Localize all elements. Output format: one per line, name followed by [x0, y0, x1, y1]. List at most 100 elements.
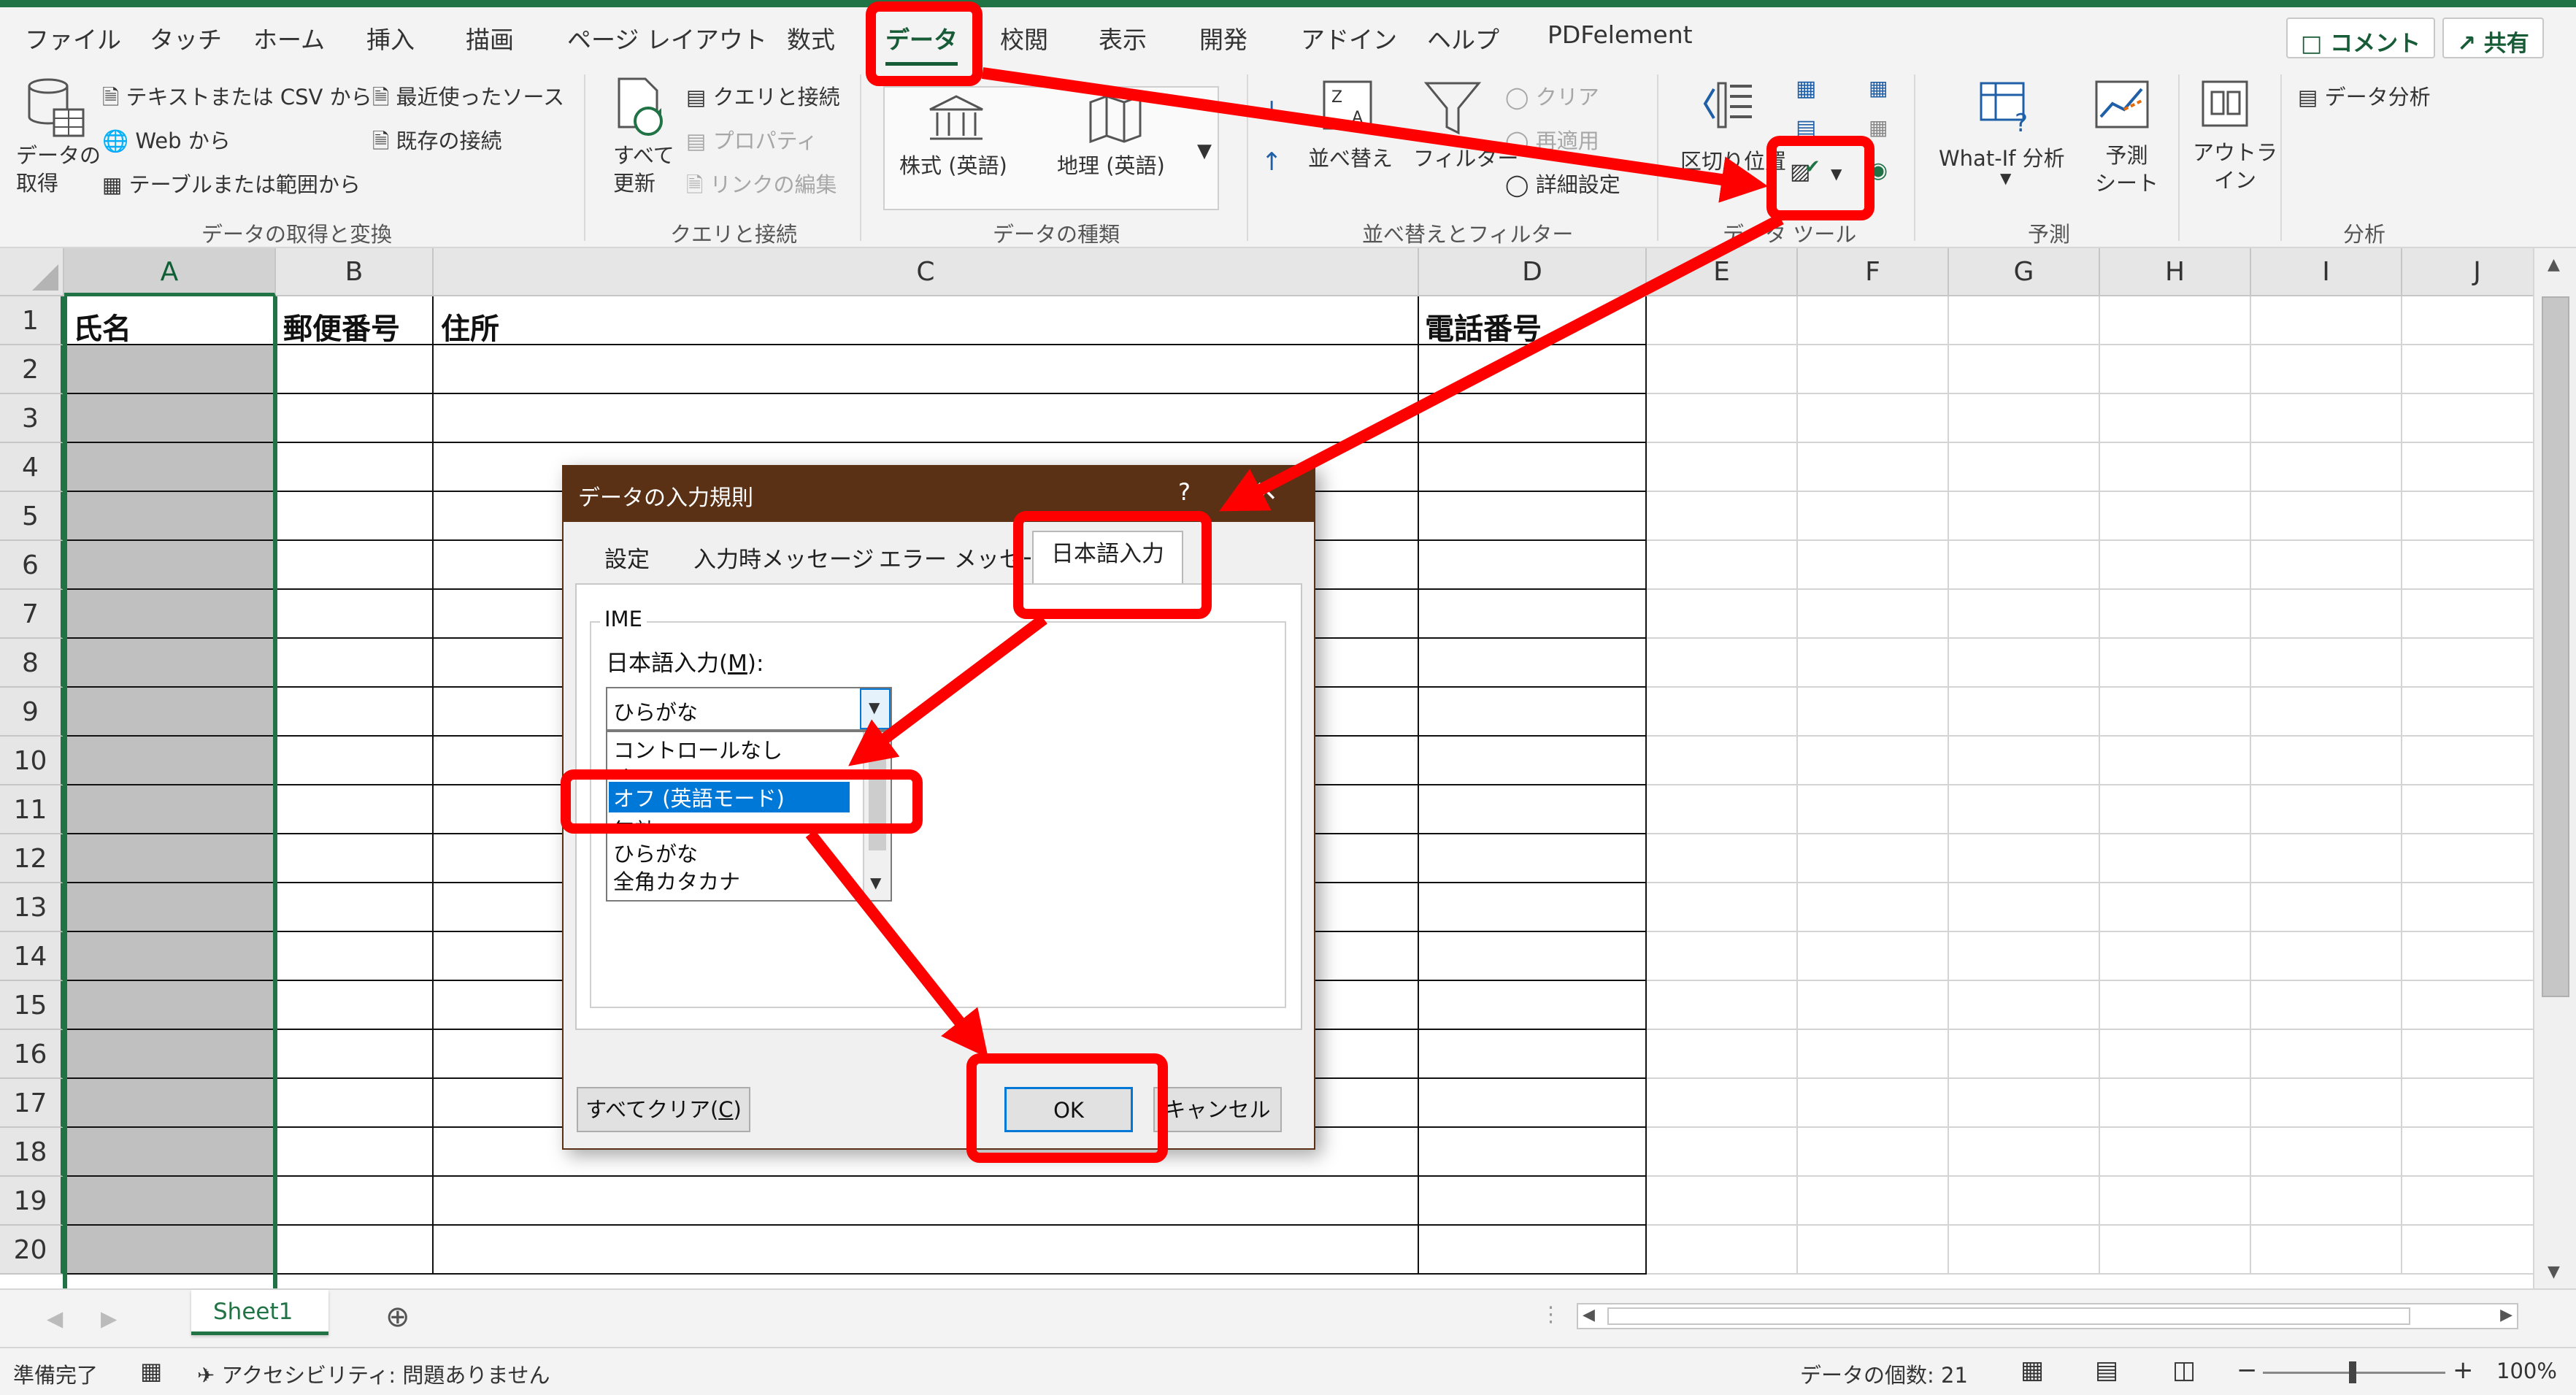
- grid-cell[interactable]: [2100, 834, 2251, 883]
- refresh-all-button[interactable]: すべて 更新: [613, 142, 674, 197]
- grid-cell[interactable]: [64, 834, 276, 883]
- grid-cell[interactable]: [1949, 1030, 2100, 1079]
- grid-cell[interactable]: [64, 345, 276, 394]
- grid-cell[interactable]: [1949, 492, 2100, 541]
- cell-b1[interactable]: 郵便番号: [283, 305, 400, 347]
- option-disabled[interactable]: 無効: [613, 814, 655, 831]
- grid-cell[interactable]: [276, 443, 434, 492]
- grid-cell[interactable]: [2251, 737, 2402, 785]
- grid-cell[interactable]: [64, 737, 276, 785]
- grid-cell[interactable]: [2251, 394, 2402, 443]
- grid-cell[interactable]: [1647, 1030, 1798, 1079]
- tab-addins[interactable]: アドイン: [1301, 20, 1397, 55]
- grid-cell[interactable]: [2100, 394, 2251, 443]
- grid-cell[interactable]: [64, 1226, 276, 1275]
- row-header[interactable]: 4: [0, 443, 64, 492]
- grid-cell[interactable]: [2100, 981, 2251, 1030]
- grid-cell[interactable]: [2251, 1226, 2402, 1275]
- column-header-c[interactable]: C: [434, 248, 1419, 296]
- grid-cell[interactable]: [1798, 394, 1949, 443]
- cell-a1[interactable]: 氏名: [73, 305, 131, 347]
- tab-formulas[interactable]: 数式: [787, 20, 835, 55]
- grid-cell[interactable]: [2251, 1030, 2402, 1079]
- grid-cell[interactable]: [1949, 737, 2100, 785]
- tab-settings[interactable]: 設定: [604, 538, 650, 582]
- row-header[interactable]: 1: [0, 296, 64, 345]
- relationships-icon[interactable]: ▦: [1869, 115, 1888, 139]
- grid-cell[interactable]: [1647, 541, 1798, 590]
- grid-cell[interactable]: [1798, 639, 1949, 688]
- grid-cell[interactable]: [276, 492, 434, 541]
- grid-cell[interactable]: [64, 1030, 276, 1079]
- column-header-d[interactable]: D: [1419, 248, 1647, 296]
- existing-connections-button[interactable]: 🗎 既存の接続: [372, 124, 502, 162]
- tab-home[interactable]: ホーム: [253, 20, 325, 55]
- tab-view[interactable]: 表示: [1099, 20, 1147, 55]
- zoom-level[interactable]: 100%: [2496, 1359, 2557, 1383]
- listbox-scroll-thumb[interactable]: [869, 741, 886, 850]
- grid-cell[interactable]: [1419, 932, 1647, 981]
- tab-developer[interactable]: 開発: [1199, 20, 1247, 55]
- data-model-icon[interactable]: ◉: [1869, 158, 1888, 183]
- grid-cell[interactable]: [1949, 1226, 2100, 1275]
- queries-connections-button[interactable]: ▤ クエリと接続: [686, 80, 840, 111]
- grid-cell[interactable]: [434, 394, 1419, 443]
- grid-cell[interactable]: [2402, 834, 2533, 883]
- clear-button[interactable]: ◯ クリア: [1505, 80, 1599, 111]
- grid-cell[interactable]: [64, 981, 276, 1030]
- sheet-nav-next-icon[interactable]: ▶: [101, 1306, 117, 1331]
- page-layout-view-icon[interactable]: ▤: [2095, 1356, 2118, 1385]
- tab-draw[interactable]: 描画: [466, 20, 514, 55]
- zoom-in-icon[interactable]: +: [2453, 1356, 2474, 1385]
- grid-cell[interactable]: [1647, 639, 1798, 688]
- grid-cell[interactable]: [2402, 1177, 2533, 1226]
- column-header-g[interactable]: G: [1949, 248, 2100, 296]
- grid-cell[interactable]: [1419, 785, 1647, 834]
- grid-cell[interactable]: [2402, 932, 2533, 981]
- sort-az-icon[interactable]: ↓: [1261, 96, 1283, 126]
- grid-cell[interactable]: [276, 1226, 434, 1275]
- grid-cell[interactable]: [1419, 1079, 1647, 1128]
- grid-cell[interactable]: [1419, 688, 1647, 737]
- grid-cell[interactable]: [1949, 345, 2100, 394]
- grid-cell[interactable]: [2251, 639, 2402, 688]
- row-header[interactable]: 5: [0, 492, 64, 541]
- grid-cell[interactable]: [2251, 590, 2402, 639]
- grid-cell[interactable]: [2100, 590, 2251, 639]
- grid-cell[interactable]: [64, 1079, 276, 1128]
- tab-japanese-input[interactable]: 日本語入力: [1032, 531, 1183, 583]
- grid-cell[interactable]: [1419, 883, 1647, 932]
- grid-cell[interactable]: [276, 834, 434, 883]
- grid-cell[interactable]: [2100, 639, 2251, 688]
- row-header[interactable]: 9: [0, 688, 64, 737]
- grid-cell[interactable]: [276, 785, 434, 834]
- grid-cell[interactable]: [276, 394, 434, 443]
- tab-help[interactable]: ヘルプ: [1427, 20, 1499, 55]
- grid-cell[interactable]: [1419, 1128, 1647, 1177]
- grid-cell[interactable]: [2100, 932, 2251, 981]
- grid-cell[interactable]: [1419, 590, 1647, 639]
- column-header-h[interactable]: H: [2100, 248, 2251, 296]
- cell-d1[interactable]: 電話番号: [1425, 305, 1542, 347]
- row-header[interactable]: 13: [0, 883, 64, 932]
- from-table-button[interactable]: ▦ テーブルまたは範囲から: [102, 168, 361, 199]
- row-header[interactable]: 8: [0, 639, 64, 688]
- grid-cell[interactable]: [2402, 785, 2533, 834]
- column-header-e[interactable]: E: [1647, 248, 1798, 296]
- grid-cell[interactable]: [2402, 981, 2533, 1030]
- row-header[interactable]: 7: [0, 590, 64, 639]
- chevron-down-icon[interactable]: ▼: [870, 874, 881, 891]
- remove-duplicates-icon[interactable]: ▤: [1796, 115, 1816, 141]
- grid-cell[interactable]: [2100, 541, 2251, 590]
- grid-cell[interactable]: [2402, 1226, 2533, 1275]
- page-break-view-icon[interactable]: ◫: [2172, 1356, 2196, 1385]
- add-sheet-icon[interactable]: ⊕: [385, 1300, 410, 1334]
- sheet-tab-sheet1[interactable]: Sheet1: [191, 1290, 328, 1335]
- zoom-slider-thumb[interactable]: [2349, 1361, 2356, 1383]
- grid-cell[interactable]: [64, 492, 276, 541]
- ok-button[interactable]: OK: [1004, 1087, 1133, 1132]
- forecast-sheet-button[interactable]: 予測 シート: [2095, 142, 2158, 197]
- grid-cell[interactable]: [2251, 443, 2402, 492]
- grid-cell[interactable]: [276, 932, 434, 981]
- column-header-b[interactable]: B: [276, 248, 434, 296]
